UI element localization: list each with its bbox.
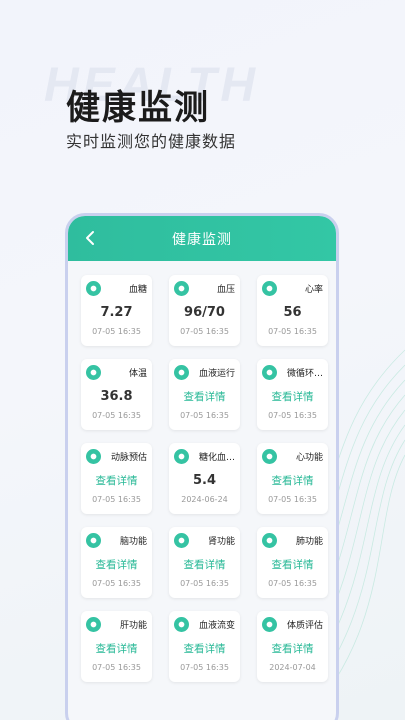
metric-icon xyxy=(86,533,101,548)
metric-date: 2024-06-24 xyxy=(181,495,228,504)
metric-icon xyxy=(262,617,277,632)
view-details-link[interactable]: 查看详情 xyxy=(174,557,235,573)
card-header: 微循环… xyxy=(262,365,323,380)
card-header: 血液流变 xyxy=(174,617,235,632)
metric-card[interactable]: 肺功能查看详情 07-05 16:35 xyxy=(257,527,328,598)
metric-card[interactable]: 动脉预估查看详情 07-05 16:35 xyxy=(81,443,152,514)
card-header: 动脉预估 xyxy=(86,449,147,464)
metric-date: 07-05 16:35 xyxy=(268,495,317,504)
metric-date: 07-05 16:35 xyxy=(92,495,141,504)
metric-name: 体质评估 xyxy=(286,621,323,631)
metric-icon xyxy=(86,365,101,380)
metric-icon xyxy=(86,449,101,464)
card-header: 脑功能 xyxy=(86,533,147,548)
card-header: 血压 xyxy=(174,281,235,296)
metric-date: 07-05 16:35 xyxy=(180,327,229,336)
metric-card[interactable]: 肝功能查看详情 07-05 16:35 xyxy=(81,611,152,682)
metric-card[interactable]: 糖化血… 5.4 2024-06-24 xyxy=(169,443,240,514)
metric-date: 07-05 16:35 xyxy=(180,663,229,672)
metric-card[interactable]: 血糖 7.27 07-05 16:35 xyxy=(81,275,152,346)
metric-card[interactable]: 血液运行查看详情 07-05 16:35 xyxy=(169,359,240,430)
metric-card[interactable]: 微循环… 查看详情 07-05 16:35 xyxy=(257,359,328,430)
metric-value: 56 xyxy=(283,305,302,320)
metric-name: 肝功能 xyxy=(119,621,147,631)
metric-date: 07-05 16:35 xyxy=(92,327,141,336)
metric-icon xyxy=(262,533,277,548)
metric-date: 07-05 16:35 xyxy=(268,411,317,420)
view-details-link[interactable]: 查看详情 xyxy=(86,641,147,657)
card-header: 心功能 xyxy=(262,449,323,464)
view-details-link[interactable]: 查看详情 xyxy=(174,389,235,405)
metrics-grid: 血糖 7.27 07-05 16:35 血压 96/70 07-05 16:35 心率 56 0… xyxy=(68,261,336,682)
view-details-link[interactable]: 查看详情 xyxy=(86,473,147,489)
metric-value: 36.8 xyxy=(100,389,133,404)
metric-card[interactable]: 血液流变查看详情 07-05 16:35 xyxy=(169,611,240,682)
view-details-link[interactable]: 查看详情 xyxy=(174,641,235,657)
metric-name: 血糖 xyxy=(128,285,147,295)
metric-date: 07-05 16:35 xyxy=(92,411,141,420)
card-header: 体温 xyxy=(86,365,147,380)
metric-icon xyxy=(174,533,189,548)
page-title: 健康监测 xyxy=(172,231,232,248)
metric-icon xyxy=(86,281,101,296)
metric-name: 肺功能 xyxy=(295,537,323,547)
card-header: 心率 xyxy=(262,281,323,296)
metric-card[interactable]: 体温 36.8 07-05 16:35 xyxy=(81,359,152,430)
metric-name: 血压 xyxy=(216,285,235,295)
metric-icon xyxy=(262,365,277,380)
metric-icon xyxy=(174,617,189,632)
metric-value: 5.4 xyxy=(192,473,217,488)
metric-name: 脑功能 xyxy=(119,537,147,547)
promo-subline: 实时监测您的健康数据 xyxy=(66,132,237,151)
metric-name: 体温 xyxy=(128,369,147,379)
metric-card[interactable]: 体质评估查看详情 2024-07-04 xyxy=(257,611,328,682)
metric-name: 微循环… xyxy=(286,369,323,379)
back-button[interactable] xyxy=(80,227,102,249)
view-details-link[interactable]: 查看详情 xyxy=(262,389,323,405)
metric-icon xyxy=(174,365,189,380)
metric-name: 血液流变 xyxy=(198,621,235,631)
card-header: 肺功能 xyxy=(262,533,323,548)
view-details-link[interactable]: 查看详情 xyxy=(262,473,323,489)
metric-card[interactable]: 肾功能查看详情 07-05 16:35 xyxy=(169,527,240,598)
metric-date: 07-05 16:35 xyxy=(92,579,141,588)
metric-icon xyxy=(174,281,189,296)
view-details-link[interactable]: 查看详情 xyxy=(262,641,323,657)
card-header: 体质评估 xyxy=(262,617,323,632)
metric-date: 07-05 16:35 xyxy=(180,579,229,588)
view-details-link[interactable]: 查看详情 xyxy=(262,557,323,573)
metric-icon xyxy=(86,617,101,632)
app-header: 健康监测 xyxy=(68,216,336,261)
phone-mockup: 健康监测 血糖 7.27 07-05 16:35 血压 96/70 07-05 16:35… xyxy=(65,213,339,720)
metric-date: 07-05 16:35 xyxy=(268,327,317,336)
metric-name: 心功能 xyxy=(295,453,323,463)
metric-name: 动脉预估 xyxy=(110,453,147,463)
promo-headline: 健康监测 xyxy=(66,88,210,128)
card-header: 肾功能 xyxy=(174,533,235,548)
metric-card[interactable]: 脑功能查看详情 07-05 16:35 xyxy=(81,527,152,598)
metric-name: 血液运行 xyxy=(198,369,235,379)
metric-name: 心率 xyxy=(304,285,323,295)
view-details-link[interactable]: 查看详情 xyxy=(86,557,147,573)
metric-value: 7.27 xyxy=(100,305,133,320)
metric-date: 07-05 16:35 xyxy=(268,579,317,588)
metric-icon xyxy=(174,449,189,464)
metric-date: 07-05 16:35 xyxy=(92,663,141,672)
chevron-left-icon xyxy=(86,231,94,245)
card-header: 肝功能 xyxy=(86,617,147,632)
metric-icon xyxy=(262,281,277,296)
metric-card[interactable]: 血压 96/70 07-05 16:35 xyxy=(169,275,240,346)
card-header: 血液运行 xyxy=(174,365,235,380)
metric-icon xyxy=(262,449,277,464)
metric-card[interactable]: 心率 56 07-05 16:35 xyxy=(257,275,328,346)
metric-value: 96/70 xyxy=(184,305,225,320)
metric-date: 2024-07-04 xyxy=(269,663,316,672)
metric-name: 肾功能 xyxy=(207,537,235,547)
metric-date: 07-05 16:35 xyxy=(180,411,229,420)
card-header: 糖化血… xyxy=(174,449,235,464)
metric-card[interactable]: 心功能查看详情 07-05 16:35 xyxy=(257,443,328,514)
card-header: 血糖 xyxy=(86,281,147,296)
metric-name: 糖化血… xyxy=(198,453,235,463)
